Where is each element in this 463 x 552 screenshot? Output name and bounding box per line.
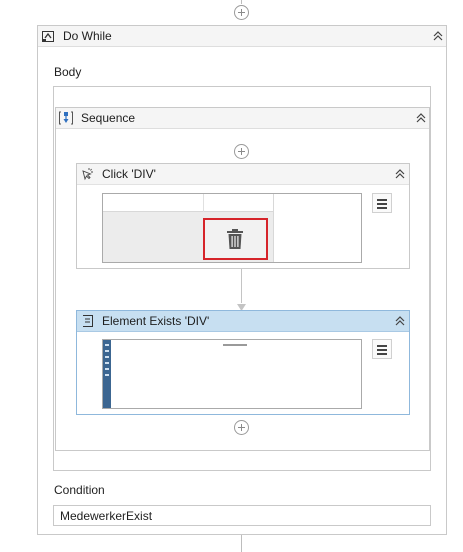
collapse-icon-sequence[interactable] xyxy=(415,112,427,124)
condition-label: Condition xyxy=(54,483,105,497)
bottom-connector xyxy=(241,534,242,552)
do-while-title: Do While xyxy=(63,29,112,43)
preview-line xyxy=(103,211,273,212)
click-header[interactable]: Click 'DIV' xyxy=(77,164,409,185)
element-exists-title: Element Exists 'DIV' xyxy=(102,314,210,328)
menu-icon-click[interactable] xyxy=(372,193,392,213)
element-exists-header[interactable]: Element Exists 'DIV' xyxy=(77,311,409,332)
flow-arrow-icon xyxy=(237,300,246,311)
delete-icon[interactable] xyxy=(225,228,245,250)
preview-divider-2 xyxy=(273,194,274,262)
element-exists-target-preview[interactable] xyxy=(102,339,362,409)
do-while-header[interactable]: Do While xyxy=(38,26,446,47)
condition-value: MedewerkerExist xyxy=(60,509,153,523)
add-activity-icon-sequence-top[interactable] xyxy=(234,144,249,159)
menu-icon-element-exists[interactable] xyxy=(372,339,392,359)
add-activity-icon-top[interactable] xyxy=(234,5,249,20)
click-icon xyxy=(80,167,94,181)
body-label: Body xyxy=(54,65,82,79)
collapse-icon-element-exists[interactable] xyxy=(394,315,406,327)
add-activity-icon-sequence-bottom[interactable] xyxy=(234,420,249,435)
do-while-icon xyxy=(41,29,55,43)
selected-element-highlight[interactable] xyxy=(203,218,268,260)
sequence-title: Sequence xyxy=(81,111,136,125)
sequence-icon xyxy=(58,110,74,126)
collapse-icon-click[interactable] xyxy=(394,168,406,180)
preview-tiny-text xyxy=(223,344,247,346)
top-connector xyxy=(241,0,242,4)
click-title: Click 'DIV' xyxy=(102,167,156,181)
preview-sidebar-dots xyxy=(105,344,109,378)
flow-connector xyxy=(241,269,242,303)
preview-divider xyxy=(203,194,204,212)
condition-input[interactable]: MedewerkerExist xyxy=(53,505,431,526)
collapse-icon-do-while[interactable] xyxy=(432,30,444,42)
element-exists-icon xyxy=(81,314,95,328)
sequence-header[interactable]: Sequence xyxy=(56,108,429,129)
